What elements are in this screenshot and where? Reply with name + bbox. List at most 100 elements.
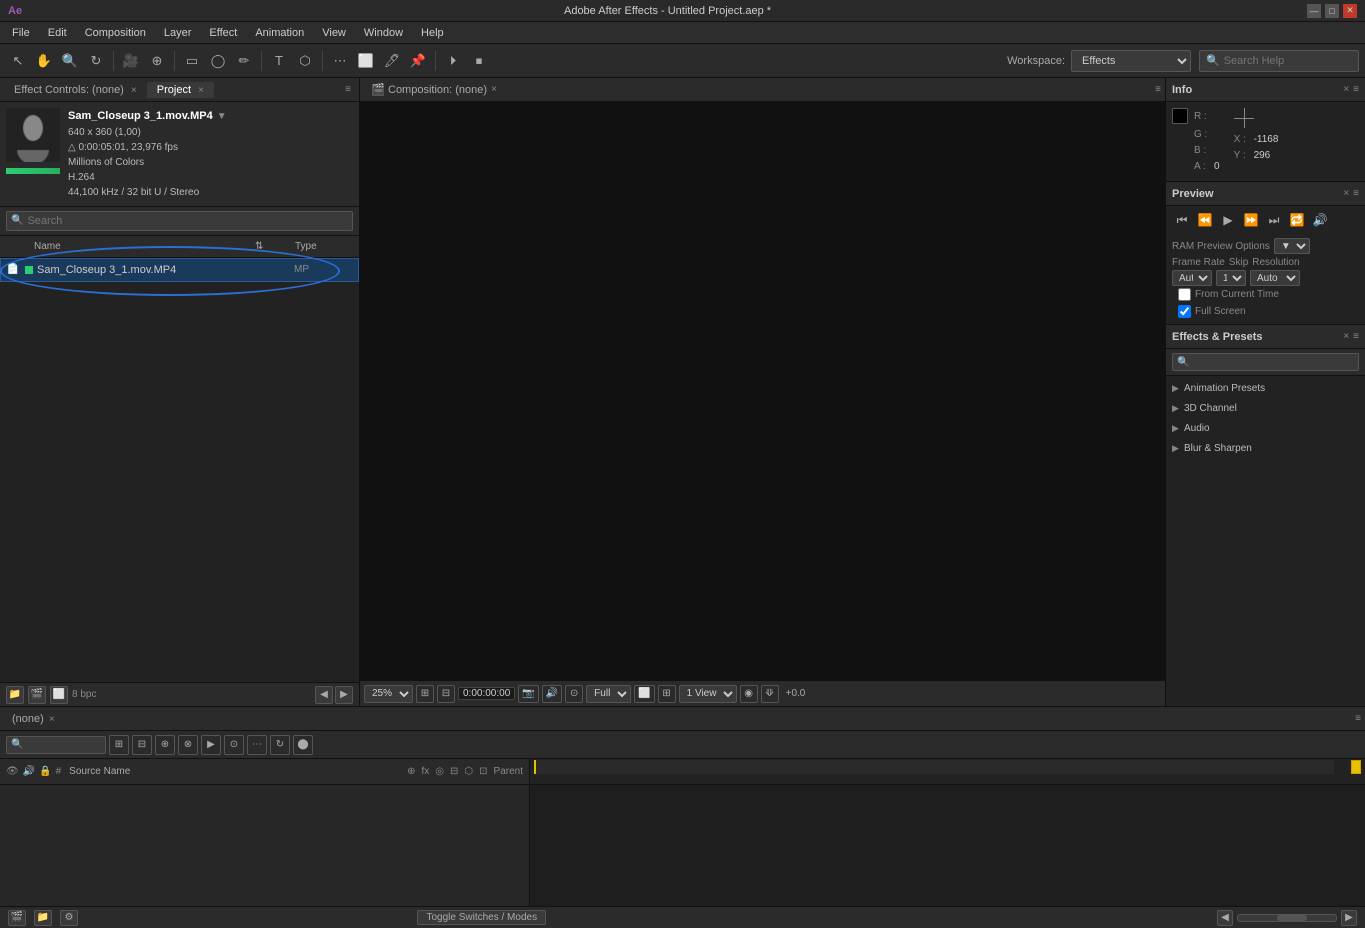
tool-shape[interactable]: ⬡ [293, 49, 317, 73]
tool-eraser[interactable]: ⬜ [354, 49, 378, 73]
tl-btn-9[interactable]: ⬤ [293, 735, 313, 755]
composition-tab-close[interactable]: × [491, 84, 497, 95]
maximize-button[interactable]: □ [1325, 4, 1339, 18]
tl-btn-5[interactable]: ▶ [201, 735, 221, 755]
horizontal-scrollbar[interactable] [1237, 914, 1337, 922]
new-folder-btn[interactable]: 📁 [6, 686, 24, 704]
tool-pen[interactable]: ✏ [232, 49, 256, 73]
info-panel-menu[interactable]: ≡ [1353, 84, 1359, 95]
tl-btn-6[interactable]: ⊙ [224, 735, 244, 755]
tool-rotate[interactable]: ↻ [84, 49, 108, 73]
preview-step-fwd[interactable]: ⏩ [1241, 210, 1261, 230]
project-search-input[interactable] [27, 215, 348, 227]
tool-rect-mask[interactable]: ▭ [180, 49, 204, 73]
effects-item-animation-presets[interactable]: ▶ Animation Presets [1166, 378, 1365, 398]
tool-select[interactable]: ↖ [6, 49, 30, 73]
tl-btn-4[interactable]: ⊗ [178, 735, 198, 755]
scroll-right-arrow[interactable]: ▶ [1341, 910, 1357, 926]
project-close[interactable]: × [198, 85, 204, 96]
preview-to-end[interactable]: ⏭ [1264, 210, 1284, 230]
tool-ellipse-mask[interactable]: ◯ [206, 49, 230, 73]
timeline-tab-menu[interactable]: ≡ [1355, 713, 1361, 724]
menu-animation[interactable]: Animation [247, 25, 312, 41]
tab-effect-controls[interactable]: Effect Controls: (none) × [4, 82, 147, 98]
tool-pan-behind[interactable]: ⊕ [145, 49, 169, 73]
comp-grid-btn[interactable]: ⊟ [437, 685, 455, 703]
preview-panel-close[interactable]: × [1343, 188, 1349, 199]
left-panel-menu[interactable]: ≡ [341, 84, 355, 95]
menu-effect[interactable]: Effect [201, 25, 245, 41]
effect-controls-close[interactable]: × [131, 85, 137, 96]
close-button[interactable]: ✕ [1343, 4, 1357, 18]
views-selector[interactable]: 1 View [679, 685, 737, 703]
status-folder[interactable]: 📁 [34, 910, 52, 926]
effects-search-input[interactable] [1193, 357, 1354, 368]
info-panel-close[interactable]: × [1343, 84, 1349, 95]
frame-rate-selector[interactable]: Auto [1172, 270, 1212, 286]
menu-window[interactable]: Window [356, 25, 411, 41]
menu-layer[interactable]: Layer [156, 25, 200, 41]
tool-text[interactable]: T [267, 49, 291, 73]
effects-panel-menu[interactable]: ≡ [1353, 331, 1359, 342]
search-help-input[interactable] [1224, 55, 1352, 67]
comp-region-btn[interactable]: ⬜ [634, 685, 654, 703]
menu-help[interactable]: Help [413, 25, 452, 41]
tab-project[interactable]: Project × [147, 82, 214, 98]
comp-expand-btn[interactable]: ⟱ [761, 685, 779, 703]
tl-btn-2[interactable]: ⊟ [132, 735, 152, 755]
tool-stop[interactable]: ⏹ [467, 49, 491, 73]
menu-edit[interactable]: Edit [40, 25, 75, 41]
menu-view[interactable]: View [314, 25, 354, 41]
from-current-time-check[interactable] [1178, 288, 1191, 301]
status-settings[interactable]: ⚙ [60, 910, 78, 926]
minimize-button[interactable]: — [1307, 4, 1321, 18]
full-screen-check[interactable] [1178, 305, 1191, 318]
effects-search-box[interactable]: 🔍 [1172, 353, 1359, 371]
tl-btn-7[interactable]: ⋯ [247, 735, 267, 755]
comp-fit-btn[interactable]: ⊞ [416, 685, 434, 703]
effects-item-audio[interactable]: ▶ Audio [1166, 418, 1365, 438]
search-help-box[interactable]: 🔍 [1199, 50, 1359, 72]
tab-composition[interactable]: 🎬 Composition: (none) × [364, 82, 505, 98]
preview-loop[interactable]: 🔁 [1287, 210, 1307, 230]
composition-panel-menu[interactable]: ≡ [1155, 84, 1161, 95]
comp-grid2-btn[interactable]: ⊞ [658, 685, 676, 703]
skip-selector[interactable]: 1 [1216, 270, 1246, 286]
preview-step-back[interactable]: ⏪ [1195, 210, 1215, 230]
status-new-comp[interactable]: 🎬 [8, 910, 26, 926]
tool-zoom[interactable]: 🔍 [58, 49, 82, 73]
effects-item-blur[interactable]: ▶ Blur & Sharpen [1166, 438, 1365, 458]
quality-selector[interactable]: Full [586, 685, 631, 703]
new-solid-btn[interactable]: ⬜ [50, 686, 68, 704]
project-search-box[interactable]: 🔍 [6, 211, 353, 231]
comp-audio-btn[interactable]: 🔊 [542, 685, 562, 703]
resolution-selector[interactable]: Auto [1250, 270, 1300, 286]
workspace-selector[interactable]: Effects [1071, 50, 1191, 72]
tool-play[interactable]: ⏵ [441, 49, 465, 73]
menu-composition[interactable]: Composition [77, 25, 154, 41]
tl-btn-1[interactable]: ⊞ [109, 735, 129, 755]
effects-item-3d-channel[interactable]: ▶ 3D Channel [1166, 398, 1365, 418]
scroll-left-btn[interactable]: ◀ [315, 686, 333, 704]
comp-solo-btn[interactable]: ⊙ [565, 685, 583, 703]
timeline-search-input[interactable] [25, 739, 101, 750]
toggle-switches-button[interactable]: Toggle Switches / Modes [417, 910, 546, 925]
timeline-tab-close[interactable]: × [49, 714, 55, 725]
timeline-tab-none[interactable]: (none) × [4, 711, 63, 727]
tool-roto[interactable]: 🖊 [380, 49, 404, 73]
timeline-search[interactable]: 🔍 [6, 736, 106, 754]
tl-btn-3[interactable]: ⊕ [155, 735, 175, 755]
effects-panel-close[interactable]: × [1343, 331, 1349, 342]
tool-clone[interactable]: ⋯ [328, 49, 352, 73]
preview-to-start[interactable]: ⏮ [1172, 210, 1192, 230]
preview-panel-menu[interactable]: ≡ [1353, 188, 1359, 199]
zoom-selector[interactable]: 25% [364, 685, 413, 703]
tool-hand[interactable]: ✋ [32, 49, 56, 73]
tl-btn-8[interactable]: ↻ [270, 735, 290, 755]
ram-preview-selector[interactable]: ▼ [1274, 238, 1310, 254]
tool-puppet[interactable]: 📌 [406, 49, 430, 73]
menu-file[interactable]: File [4, 25, 38, 41]
scroll-left-arrow[interactable]: ◀ [1217, 910, 1233, 926]
comp-camera-btn[interactable]: 📷 [518, 685, 538, 703]
scroll-right-btn[interactable]: ▶ [335, 686, 353, 704]
